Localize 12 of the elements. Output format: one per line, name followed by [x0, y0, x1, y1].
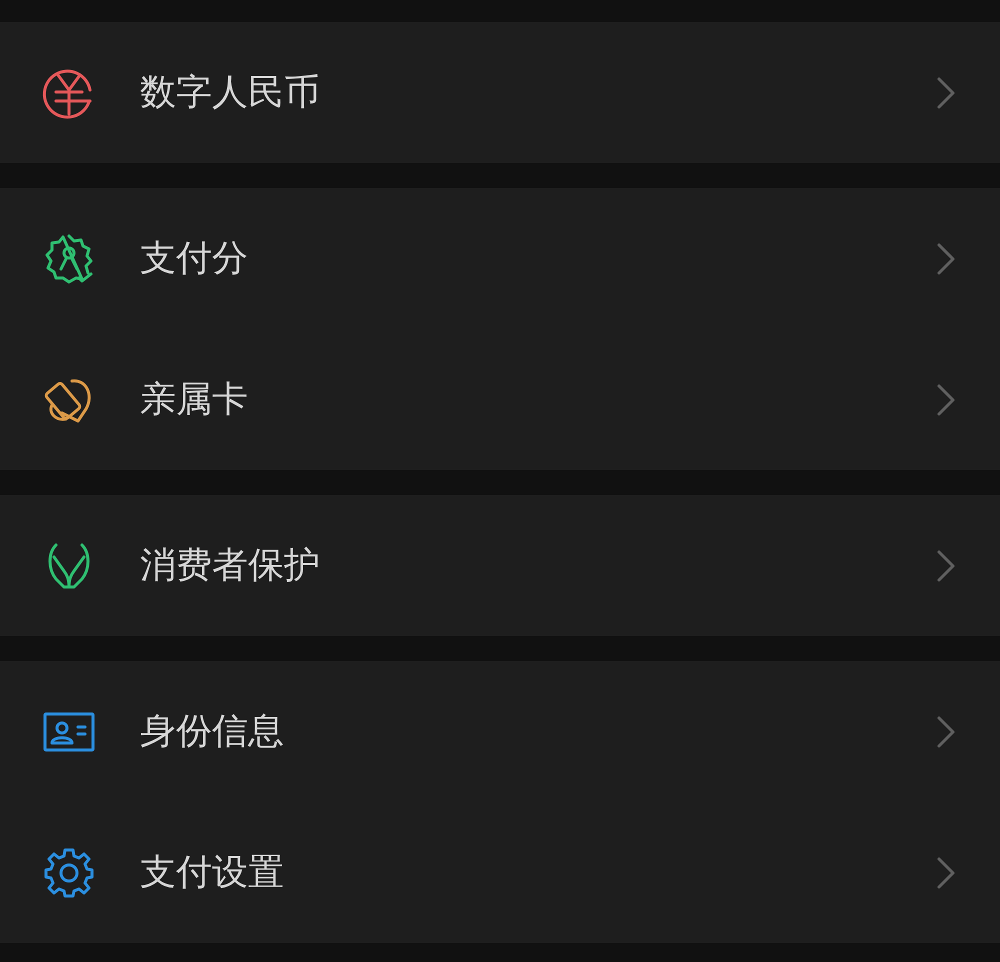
menu-item-label[interactable]: 消费者保护 — [140, 544, 936, 588]
menu-item-label[interactable]: 亲属卡 — [140, 378, 936, 422]
menu-item-label[interactable]: 身份信息 — [140, 710, 936, 754]
chevron-right-icon — [936, 548, 956, 582]
chevron-right-icon — [936, 714, 956, 748]
chevron-right-icon — [936, 242, 956, 276]
chevron-right-icon — [936, 856, 956, 890]
menu-item-label[interactable]: 数字人民币 — [140, 70, 936, 114]
chevron-right-icon — [936, 76, 956, 110]
chevron-right-icon — [936, 382, 956, 416]
menu-item-label[interactable]: 支付设置 — [140, 850, 936, 894]
menu-item-label[interactable]: 支付分 — [140, 236, 936, 280]
